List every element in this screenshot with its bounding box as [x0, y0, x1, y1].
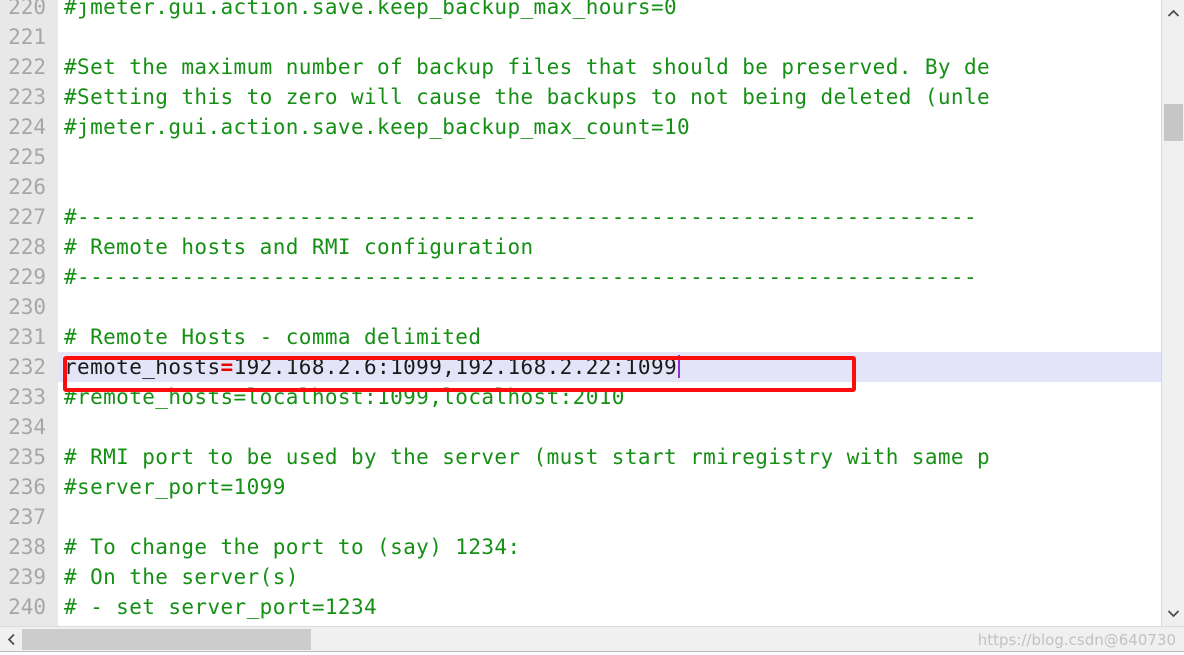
code-line-text: # To change the port to (say) 1234:	[64, 532, 521, 562]
code-line-text: #---------------------------------------…	[64, 202, 977, 232]
property-key: remote_hosts	[64, 355, 221, 379]
line-number: 220	[0, 0, 58, 22]
property-value: 192.168.2.6:1099,192.168.2.22:1099	[233, 355, 678, 379]
comment-text: #---------------------------------------…	[64, 205, 978, 229]
code-line[interactable]: 240 # - set server_port=1234	[0, 592, 1161, 622]
code-line[interactable]: 227 #------------------------------------…	[0, 202, 1161, 232]
line-number: 238	[0, 532, 58, 562]
code-line-text: remote_hosts=192.168.2.6:1099,192.168.2.…	[64, 352, 681, 382]
code-line-text: # - set server_port=1234	[64, 592, 377, 622]
code-line[interactable]: 221	[0, 22, 1161, 52]
comment-text: #Set the maximum number of backup files …	[64, 55, 991, 79]
comment-text: #server_port=1099	[64, 475, 286, 499]
chevron-left-icon[interactable]	[0, 627, 22, 651]
code-line-text: #---------------------------------------…	[64, 262, 977, 292]
code-line-text: # RMI port to be used by the server (mus…	[64, 442, 990, 472]
comment-text: #jmeter.gui.action.save.keep_backup_max_…	[64, 115, 691, 139]
comment-text: # Remote Hosts - comma delimited	[64, 325, 482, 349]
line-number: 226	[0, 172, 58, 202]
vertical-scrollbar[interactable]	[1161, 0, 1184, 626]
code-line-list: 220 #jmeter.gui.action.save.keep_backup_m…	[0, 0, 1161, 622]
code-line[interactable]: 239 # On the server(s)	[0, 562, 1161, 592]
line-number: 232	[0, 352, 58, 382]
line-number: 223	[0, 82, 58, 112]
code-line-text: # Remote hosts and RMI configuration	[64, 232, 534, 262]
code-line[interactable]: 231 # Remote Hosts - comma delimited	[0, 322, 1161, 352]
line-number: 236	[0, 472, 58, 502]
line-number: 235	[0, 442, 58, 472]
comment-text: # To change the port to (say) 1234:	[64, 535, 521, 559]
property-equals-sign: =	[220, 355, 234, 379]
code-line[interactable]: 223 #Setting this to zero will cause the …	[0, 82, 1161, 112]
code-line-text: #Setting this to zero will cause the bac…	[64, 82, 990, 112]
line-number: 240	[0, 592, 58, 622]
code-line[interactable]: 234	[0, 412, 1161, 442]
code-line[interactable]: 235 # RMI port to be used by the server (…	[0, 442, 1161, 472]
vertical-scrollbar-thumb[interactable]	[1164, 104, 1183, 141]
horizontal-scrollbar-thumb[interactable]	[22, 629, 311, 650]
code-line[interactable]: 230	[0, 292, 1161, 322]
code-line[interactable]: 224 #jmeter.gui.action.save.keep_backup_m…	[0, 112, 1161, 142]
line-number: 227	[0, 202, 58, 232]
code-line[interactable]: 237	[0, 502, 1161, 532]
comment-text: # - set server_port=1234	[64, 595, 378, 619]
line-number: 229	[0, 262, 58, 292]
comment-text: # On the server(s)	[64, 565, 299, 589]
code-line-text: # On the server(s)	[64, 562, 299, 592]
line-number: 225	[0, 142, 58, 172]
code-line[interactable]: 225	[0, 142, 1161, 172]
chevron-up-icon[interactable]	[1162, 2, 1184, 24]
comment-text: # RMI port to be used by the server (mus…	[64, 445, 991, 469]
code-line-text: #Set the maximum number of backup files …	[64, 52, 990, 82]
code-editor-window: 220 #jmeter.gui.action.save.keep_backup_m…	[0, 0, 1184, 655]
code-line[interactable]: 236 #server_port=1099	[0, 472, 1161, 502]
line-number: 233	[0, 382, 58, 412]
code-line-text: #remote_hosts=localhost:1099,localhost:2…	[64, 382, 625, 412]
line-number: 234	[0, 412, 58, 442]
code-line-text: # Remote Hosts - comma delimited	[64, 322, 481, 352]
chevron-down-icon[interactable]	[1162, 602, 1184, 624]
comment-text: #Setting this to zero will cause the bac…	[64, 85, 991, 109]
line-number: 239	[0, 562, 58, 592]
horizontal-scrollbar[interactable]	[0, 626, 1184, 651]
code-line[interactable]: 228 # Remote hosts and RMI configuration	[0, 232, 1161, 262]
line-number: 231	[0, 322, 58, 352]
line-number: 224	[0, 112, 58, 142]
code-line[interactable]: 226	[0, 172, 1161, 202]
line-number: 230	[0, 292, 58, 322]
code-line[interactable]: 229 #------------------------------------…	[0, 262, 1161, 292]
text-caret	[678, 355, 681, 378]
window-bottom-edge	[0, 651, 1184, 655]
line-number: 228	[0, 232, 58, 262]
line-number: 237	[0, 502, 58, 532]
comment-text: # Remote hosts and RMI configuration	[64, 235, 534, 259]
code-line[interactable]: 233 #remote_hosts=localhost:1099,localhos…	[0, 382, 1161, 412]
code-text-area[interactable]: 220 #jmeter.gui.action.save.keep_backup_m…	[0, 0, 1161, 626]
code-line[interactable]: 238 # To change the port to (say) 1234:	[0, 532, 1161, 562]
comment-text: #jmeter.gui.action.save.keep_backup_max_…	[64, 0, 678, 19]
code-line-text: #jmeter.gui.action.save.keep_backup_max_…	[64, 112, 690, 142]
comment-text: #---------------------------------------…	[64, 265, 978, 289]
line-number: 222	[0, 52, 58, 82]
line-number: 221	[0, 22, 58, 52]
code-line[interactable]: 222 #Set the maximum number of backup fil…	[0, 52, 1161, 82]
comment-text: #remote_hosts=localhost:1099,localhost:2…	[64, 385, 625, 409]
code-line[interactable]: 232 remote_hosts=192.168.2.6:1099,192.168…	[0, 352, 1161, 382]
code-line[interactable]: 220 #jmeter.gui.action.save.keep_backup_m…	[0, 0, 1161, 22]
code-line-text: #jmeter.gui.action.save.keep_backup_max_…	[64, 0, 677, 22]
code-line-text: #server_port=1099	[64, 472, 286, 502]
